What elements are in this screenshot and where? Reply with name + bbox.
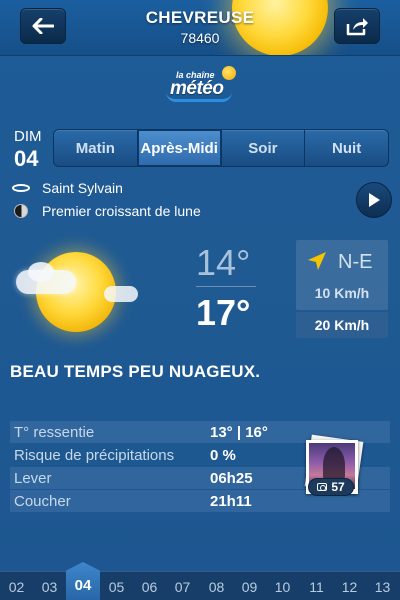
day-tab-08[interactable]: 08 [200,572,233,600]
period-selector: Matin Après-Midi Soir Nuit [53,129,389,167]
temperature-max: 17° [196,292,251,333]
day-tab-03[interactable]: 03 [33,572,66,600]
weather-description: BEAU TEMPS PEU NUAGEUX. [10,362,261,381]
app: CHEVREUSE 78460 la chaîne météo DIM 04 M… [0,0,400,600]
day-tab-12[interactable]: 12 [333,572,366,600]
camera-icon [317,483,328,491]
sunset-value: 21h11 [210,492,252,510]
feels-like-label: T° ressentie [14,423,95,441]
moon-line: Premier croissant de lune [12,203,201,219]
moon-text: Premier croissant de lune [42,203,201,219]
photo-count-badge[interactable]: 57 [308,478,354,496]
period-tab-nuit[interactable]: Nuit [305,130,388,166]
temperature-min: 14° [196,242,251,283]
day-tab-06[interactable]: 06 [133,572,166,600]
feels-like-value: 13° | 16° [210,423,268,441]
halo-icon [12,184,30,192]
moon-phase-icon [14,204,28,218]
day-tab-13[interactable]: 13 [366,572,399,600]
share-button[interactable] [334,8,380,44]
day-tab-07[interactable]: 07 [166,572,199,600]
precip-label: Risque de précipitations [14,446,175,464]
header: CHEVREUSE 78460 [0,0,400,56]
day-tab-09[interactable]: 09 [233,572,266,600]
day-strip: 02 03 04 05 06 07 08 09 10 11 12 13 [0,562,400,600]
saint-text: Saint Sylvain [42,180,123,196]
period-tab-matin[interactable]: Matin [54,130,138,166]
day-label: DIM [14,128,42,145]
temperature-divider [196,286,256,287]
period-tab-apres-midi[interactable]: Après-Midi [137,130,222,166]
day-tab-04[interactable]: 04 [66,562,100,600]
day-tab-11[interactable]: 11 [300,572,333,600]
day-tab-02[interactable]: 02 [0,572,33,600]
share-icon [346,18,368,36]
photo-count: 57 [331,480,345,494]
logo-main-text: météo [170,78,224,99]
wind-direction: N-E [338,251,373,273]
cloud-icon [104,286,138,302]
day-tab-10[interactable]: 10 [266,572,299,600]
precip-value: 0 % [210,446,236,464]
meteo-logo[interactable]: la chaîne météo [166,64,236,104]
saint-line: Saint Sylvain [12,180,123,196]
cloud-icon [16,270,76,294]
sunrise-value: 06h25 [210,469,253,487]
wind-gust: 20 Km/h [296,312,388,338]
day-tab-05[interactable]: 05 [100,572,133,600]
day-number: 04 [14,146,39,171]
logo-sun-dot [222,66,236,80]
play-button[interactable] [356,182,392,218]
sunrise-label: Lever [14,469,52,487]
period-tab-soir[interactable]: Soir [222,130,306,166]
play-icon [369,193,380,207]
sunset-label: Coucher [14,492,71,510]
wind-speed: 10 Km/h [314,285,370,301]
